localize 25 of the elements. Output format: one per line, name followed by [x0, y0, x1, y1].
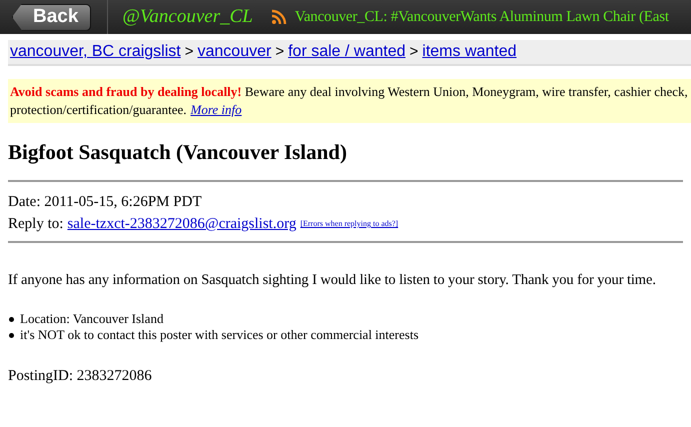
more-info-link[interactable]: More info	[190, 102, 242, 117]
notice-text: Avoid scams and fraud by dealing locally! Beware any deal involving Western Union, Moneygram, wire transfer, cashier check,	[10, 83, 689, 101]
posting-body: If anyone has any information on Sasquatch sighting I would like to listen to your story. Thank you for your time.	[8, 272, 657, 289]
posting-title: Bigfoot Sasquatch (Vancouver Island)	[8, 140, 348, 165]
breadcrumb-link[interactable]: vancouver	[198, 43, 272, 60]
breadcrumb-link[interactable]: items wanted	[422, 43, 517, 60]
reply-label: Reply to:	[8, 216, 64, 232]
posting-id: PostingID: 2383272086	[8, 368, 153, 385]
notice-text: protection/certification/guarantee.	[10, 102, 186, 117]
breadcrumb-link[interactable]: vancouver, BC craigslist	[10, 43, 181, 60]
breadcrumb-separator: >	[410, 43, 418, 60]
bullet-text: Location: Vancouver Island	[20, 311, 164, 327]
account-name: @Vancouver_CL	[122, 6, 253, 28]
reply-email-link[interactable]: sale-tzxct-2383272086@craigslist.org	[67, 216, 296, 232]
rss-icon	[270, 9, 287, 25]
breadcrumb-separator: >	[184, 43, 194, 60]
bullet-text: it's NOT ok to contact this poster with services or other commercial interests	[20, 327, 419, 343]
bullet-icon	[9, 316, 14, 322]
posting-date: Date: 2011-05-15, 6:26PM PDT	[8, 193, 203, 212]
back-button[interactable]: Back	[12, 4, 92, 30]
breadcrumb-link[interactable]: for sale / wanted	[288, 43, 406, 60]
errors-link[interactable]: [Errors when replying to ads?]	[300, 219, 398, 228]
breadcrumb-separator: >	[275, 43, 284, 60]
feed-title: Vancouver_CL: #VancouverWants Aluminum Lawn Chair (East	[294, 8, 669, 26]
bullet-icon	[9, 332, 14, 338]
